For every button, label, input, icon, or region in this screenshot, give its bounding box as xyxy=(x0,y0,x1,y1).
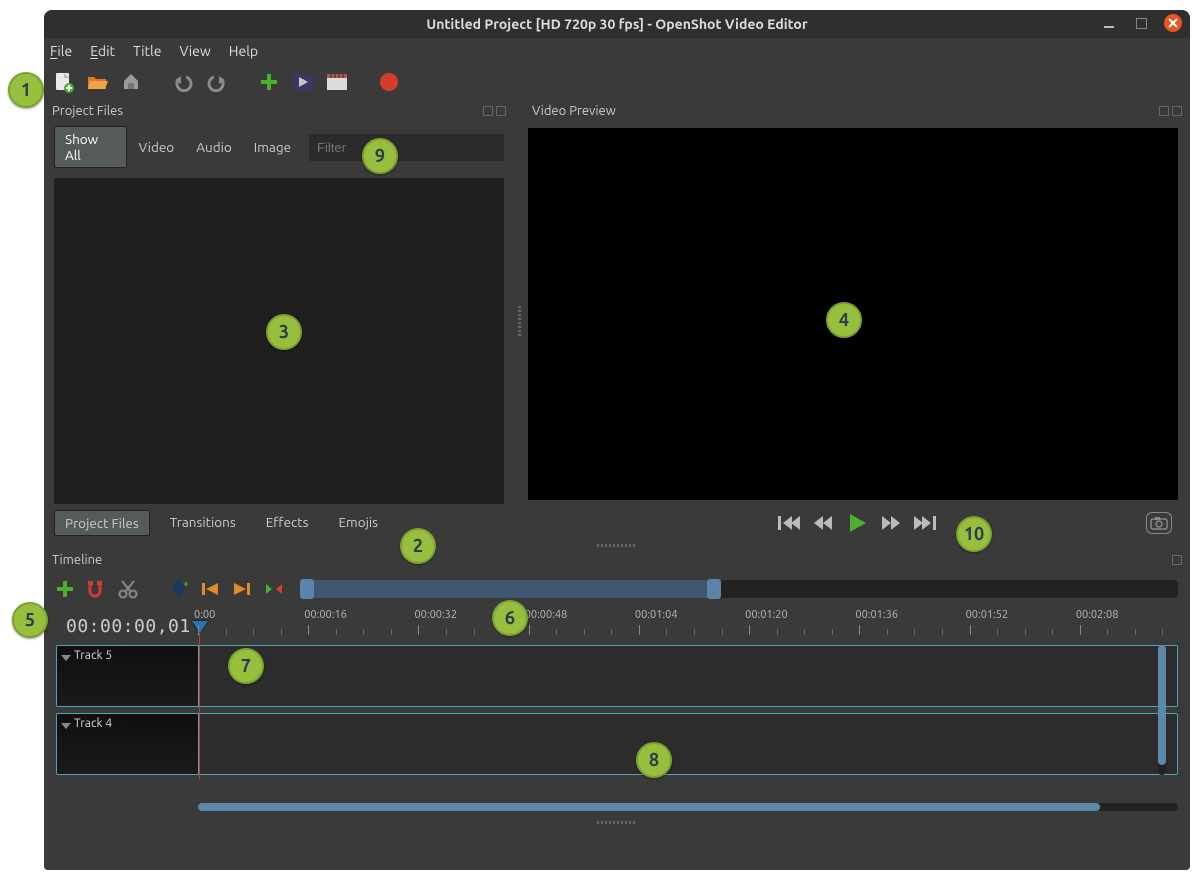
minimize-button[interactable] xyxy=(1100,14,1118,32)
bottom-grip[interactable] xyxy=(44,819,1190,826)
export-icon[interactable] xyxy=(376,69,402,95)
annotation-3: 3 xyxy=(266,314,302,350)
new-project-icon[interactable] xyxy=(50,69,76,95)
tab-emojis[interactable]: Emojis xyxy=(328,510,388,536)
redo-icon[interactable] xyxy=(204,69,230,95)
track-label: Track 5 xyxy=(74,649,112,662)
annotation-6: 6 xyxy=(492,600,528,636)
import-files-icon[interactable] xyxy=(256,69,282,95)
splitter-vertical[interactable] xyxy=(514,100,524,542)
filter-show-all[interactable]: Show All xyxy=(54,126,127,168)
titlebar: Untitled Project [HD 720p 30 fps] - Open… xyxy=(44,10,1190,38)
tab-effects[interactable]: Effects xyxy=(256,510,319,536)
time-display: 00:00:00,01 xyxy=(56,607,198,645)
horizontal-scrollbar[interactable] xyxy=(198,803,1178,811)
jump-start-icon[interactable] xyxy=(778,514,800,532)
filter-video[interactable]: Video xyxy=(129,135,185,159)
snap-icon[interactable] xyxy=(86,579,106,599)
rewind-icon[interactable] xyxy=(812,514,834,532)
splitter-horizontal[interactable] xyxy=(44,542,1190,549)
razor-icon[interactable] xyxy=(118,579,138,599)
menu-view[interactable]: View xyxy=(179,43,210,59)
close-panel-icon[interactable] xyxy=(496,106,506,116)
menubar: File Edit Title View Help xyxy=(44,38,1190,64)
track-body[interactable] xyxy=(199,714,1177,774)
annotation-9: 9 xyxy=(362,138,398,174)
filter-image[interactable]: Image xyxy=(244,135,301,159)
track-row: Track 5 xyxy=(56,645,1178,707)
annotation-7: 7 xyxy=(228,648,264,684)
undock-icon[interactable] xyxy=(483,106,493,116)
panels-row: Project Files Show All Video Audio Image… xyxy=(44,100,1190,542)
filter-input[interactable] xyxy=(309,134,504,161)
app-window: Untitled Project [HD 720p 30 fps] - Open… xyxy=(44,10,1190,870)
panel-tabs: Project Files Transitions Effects Emojis xyxy=(44,504,514,542)
annotation-5: 5 xyxy=(12,602,48,638)
annotation-8: 8 xyxy=(636,742,672,778)
menu-help[interactable]: Help xyxy=(229,43,258,59)
track-row: Track 4 xyxy=(56,713,1178,775)
annotation-4: 4 xyxy=(826,302,862,338)
jump-end-icon[interactable] xyxy=(914,514,936,532)
track-header[interactable]: Track 4 xyxy=(57,714,199,774)
main-toolbar xyxy=(44,64,1190,100)
menu-edit[interactable]: Edit xyxy=(90,43,115,59)
close-button[interactable] xyxy=(1164,14,1182,32)
zoom-handle-right[interactable] xyxy=(707,579,721,599)
tab-project-files[interactable]: Project Files xyxy=(54,510,150,536)
open-project-icon[interactable] xyxy=(84,69,110,95)
filter-row: Show All Video Audio Image xyxy=(44,122,514,174)
timeline-title: Timeline xyxy=(52,553,102,567)
timeline-panel: Timeline + 00:00:00,01 0:0000:00:1600:00… xyxy=(44,549,1190,870)
play-icon[interactable] xyxy=(846,512,868,534)
timeline-toolbar: + xyxy=(44,571,1190,607)
annotation-10: 10 xyxy=(956,516,992,552)
annotation-2: 2 xyxy=(400,528,436,564)
track-label: Track 4 xyxy=(74,717,112,730)
tracks-area: Track 5 Track 4 xyxy=(56,645,1178,795)
fast-forward-icon[interactable] xyxy=(880,514,902,532)
maximize-button[interactable] xyxy=(1132,14,1150,32)
snapshot-icon[interactable] xyxy=(1146,512,1172,534)
undock-preview-icon[interactable] xyxy=(1159,106,1169,116)
add-marker-icon[interactable]: + xyxy=(170,579,188,599)
window-title: Untitled Project [HD 720p 30 fps] - Open… xyxy=(426,16,807,32)
track-header[interactable]: Track 5 xyxy=(57,646,199,706)
zoom-handle-left[interactable] xyxy=(300,579,314,599)
undock-timeline-icon[interactable] xyxy=(1172,555,1182,565)
chevron-down-icon[interactable] xyxy=(61,723,71,729)
playhead-marker-icon[interactable] xyxy=(192,621,208,633)
playhead-line[interactable] xyxy=(199,633,200,779)
vertical-scrollbar[interactable] xyxy=(1158,645,1166,775)
menu-title[interactable]: Title xyxy=(133,43,161,59)
close-preview-icon[interactable] xyxy=(1172,106,1182,116)
svg-text:+: + xyxy=(183,579,188,589)
add-track-icon[interactable] xyxy=(56,580,74,598)
annotation-1: 1 xyxy=(8,72,44,108)
profile-icon[interactable] xyxy=(290,69,316,95)
center-playhead-icon[interactable] xyxy=(264,581,284,597)
zoom-slider[interactable] xyxy=(302,580,1178,598)
chevron-down-icon[interactable] xyxy=(61,655,71,661)
tab-transitions[interactable]: Transitions xyxy=(160,510,246,536)
timeline-ruler[interactable]: 0:0000:00:1600:00:3200:00:4800:01:0400:0… xyxy=(198,607,1178,645)
menu-file[interactable]: File xyxy=(50,43,72,59)
previous-marker-icon[interactable] xyxy=(200,581,220,597)
fullscreen-icon[interactable] xyxy=(324,69,350,95)
filter-audio[interactable]: Audio xyxy=(186,135,242,159)
next-marker-icon[interactable] xyxy=(232,581,252,597)
video-preview-title: Video Preview xyxy=(532,104,616,118)
track-body[interactable] xyxy=(199,646,1177,706)
undo-icon[interactable] xyxy=(170,69,196,95)
project-files-title: Project Files xyxy=(52,104,123,118)
transport-controls xyxy=(524,504,1190,542)
save-project-icon[interactable] xyxy=(118,69,144,95)
